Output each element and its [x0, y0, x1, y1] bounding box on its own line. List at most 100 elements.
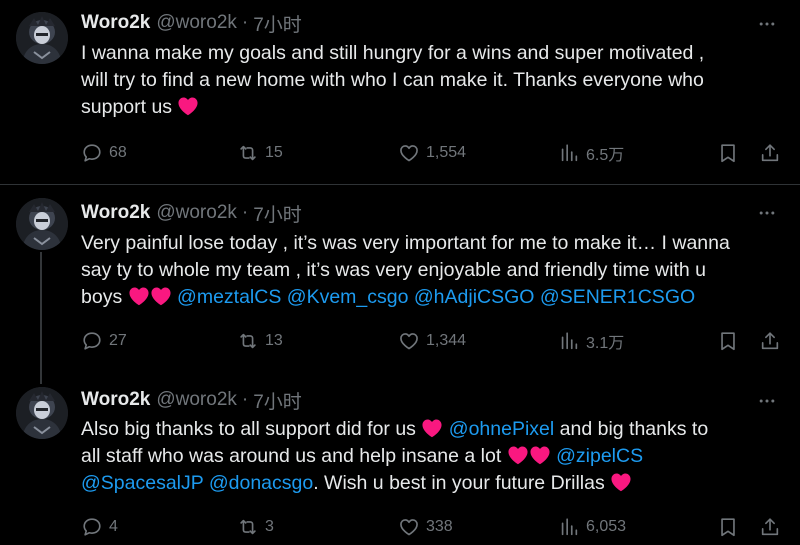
author-name[interactable]: Woro2k: [81, 12, 150, 34]
bookmark-button[interactable]: [717, 514, 739, 540]
reposts-count: 15: [265, 144, 283, 161]
text-run: . Wish u best in your future Drillas: [313, 472, 611, 494]
mention-link[interactable]: @donacsgo: [209, 472, 313, 494]
repost-button[interactable]: 15: [237, 140, 283, 166]
avatar[interactable]: [16, 12, 68, 64]
avatar-image: [16, 198, 68, 250]
author-name[interactable]: Woro2k: [81, 202, 150, 224]
replies-count: 68: [109, 144, 127, 161]
author-handle[interactable]: @woro2k: [156, 389, 237, 411]
views-button[interactable]: 6,053: [558, 514, 626, 540]
share-icon: [759, 142, 781, 164]
bookmark-icon: [717, 330, 739, 352]
more-options-button[interactable]: [756, 13, 778, 35]
tweet-header: Woro2k @woro2k · 7小时: [81, 200, 302, 227]
tweet-text-line: Very painful lose today , it’s was very …: [81, 230, 781, 257]
timestamp[interactable]: 7小时: [253, 200, 302, 227]
mention-link[interactable]: @zipelCS: [556, 445, 643, 467]
tweet-2[interactable]: Woro2k @woro2k · 7小时 Very painful lose t…: [0, 185, 800, 370]
mention-link[interactable]: @Kvem_csgo: [287, 286, 409, 308]
more-dots-icon: [759, 399, 775, 403]
mention-link[interactable]: @hAdjiCSGO: [414, 286, 535, 308]
repost-icon: [237, 330, 259, 352]
share-button[interactable]: [759, 328, 781, 354]
tweet-text: Also big thanks to all support did for u…: [81, 416, 781, 497]
views-button[interactable]: 3.1万: [558, 328, 624, 354]
tweet-text-line: @SpacesalJP @donacsgo. Wish u best in yo…: [81, 470, 781, 497]
author-handle[interactable]: @woro2k: [156, 12, 237, 34]
bookmark-icon: [717, 516, 739, 538]
text-run: Very painful lose today , it’s was very …: [81, 232, 730, 254]
tweet-3[interactable]: Woro2k @woro2k · 7小时 Also big thanks to …: [0, 370, 800, 545]
share-icon: [759, 516, 781, 538]
more-options-button[interactable]: [756, 390, 778, 412]
author-name[interactable]: Woro2k: [81, 389, 150, 411]
views-button[interactable]: 6.5万: [558, 140, 624, 166]
like-button[interactable]: 338: [398, 514, 453, 540]
tweet-text-line: Also big thanks to all support did for u…: [81, 416, 781, 443]
mention-link[interactable]: @ohnePixel: [449, 418, 554, 440]
reposts-count: 13: [265, 332, 283, 349]
mention-link[interactable]: @meztalCS: [177, 286, 281, 308]
tweet-1[interactable]: Woro2k @woro2k · 7小时 I wanna make my goa…: [0, 0, 800, 185]
share-icon: [759, 330, 781, 352]
action-bar: 4 3 338 6,053: [81, 514, 781, 540]
views-bar-chart-icon: [558, 516, 580, 538]
more-dots-icon: [759, 211, 775, 215]
text-run: say ty to whole my team , it’s was very …: [81, 259, 706, 281]
reply-button[interactable]: 27: [81, 328, 127, 354]
tweet-text-line: say ty to whole my team , it’s was very …: [81, 257, 781, 284]
repost-button[interactable]: 13: [237, 328, 283, 354]
avatar[interactable]: [16, 198, 68, 250]
like-heart-icon: [398, 142, 420, 164]
timestamp[interactable]: 7小时: [253, 10, 302, 37]
repost-button[interactable]: 3: [237, 514, 274, 540]
red-heart-emoji: [529, 445, 551, 465]
share-button[interactable]: [759, 514, 781, 540]
tweet-text-line: boys @meztalCS @Kvem_csgo @hAdjiCSGO @SE…: [81, 284, 781, 311]
reply-icon: [81, 330, 103, 352]
repost-icon: [237, 142, 259, 164]
like-button[interactable]: 1,554: [398, 140, 466, 166]
red-heart-emoji: [507, 445, 529, 465]
tweet-header: Woro2k @woro2k · 7小时: [81, 10, 302, 37]
share-button[interactable]: [759, 140, 781, 166]
thread-line: [40, 252, 42, 370]
reply-icon: [81, 516, 103, 538]
text-run: support us: [81, 96, 178, 118]
views-bar-chart-icon: [558, 142, 580, 164]
avatar[interactable]: [16, 387, 68, 439]
action-bar: 68 15 1,554 6.5万: [81, 140, 781, 166]
bookmark-icon: [717, 142, 739, 164]
tweet-text-line: support us: [81, 94, 781, 121]
bookmark-button[interactable]: [717, 140, 739, 166]
like-heart-icon: [398, 516, 420, 538]
replies-count: 27: [109, 332, 127, 349]
likes-count: 1,554: [426, 144, 467, 161]
tweet-text-line: all staff who was around us and help ins…: [81, 443, 781, 470]
mention-link[interactable]: @SpacesalJP: [81, 472, 203, 494]
reply-icon: [81, 142, 103, 164]
reply-button[interactable]: 4: [81, 514, 118, 540]
text-run: all staff who was around us and help ins…: [81, 445, 507, 467]
red-heart-emoji: [421, 418, 443, 438]
thread-line: [40, 370, 42, 384]
timestamp[interactable]: 7小时: [253, 387, 302, 414]
author-handle[interactable]: @woro2k: [156, 202, 237, 224]
likes-count: 1,344: [426, 332, 467, 349]
views-count: 3.1万: [586, 335, 625, 352]
mention-link[interactable]: @SENER1CSGO: [540, 286, 695, 308]
reply-button[interactable]: 68: [81, 140, 127, 166]
views-count: 6.5万: [586, 147, 625, 164]
bookmark-button[interactable]: [717, 328, 739, 354]
like-button[interactable]: 1,344: [398, 328, 466, 354]
tweet-text: I wanna make my goals and still hungry f…: [81, 40, 781, 121]
more-options-button[interactable]: [756, 202, 778, 224]
action-bar: 27 13 1,344 3.1万: [81, 328, 781, 354]
avatar-image: [16, 387, 68, 439]
text-run: boys: [81, 286, 128, 308]
text-run: and big thanks to: [554, 418, 709, 440]
red-heart-emoji: [610, 472, 632, 492]
likes-count: 338: [426, 518, 453, 535]
more-dots-icon: [759, 22, 775, 26]
